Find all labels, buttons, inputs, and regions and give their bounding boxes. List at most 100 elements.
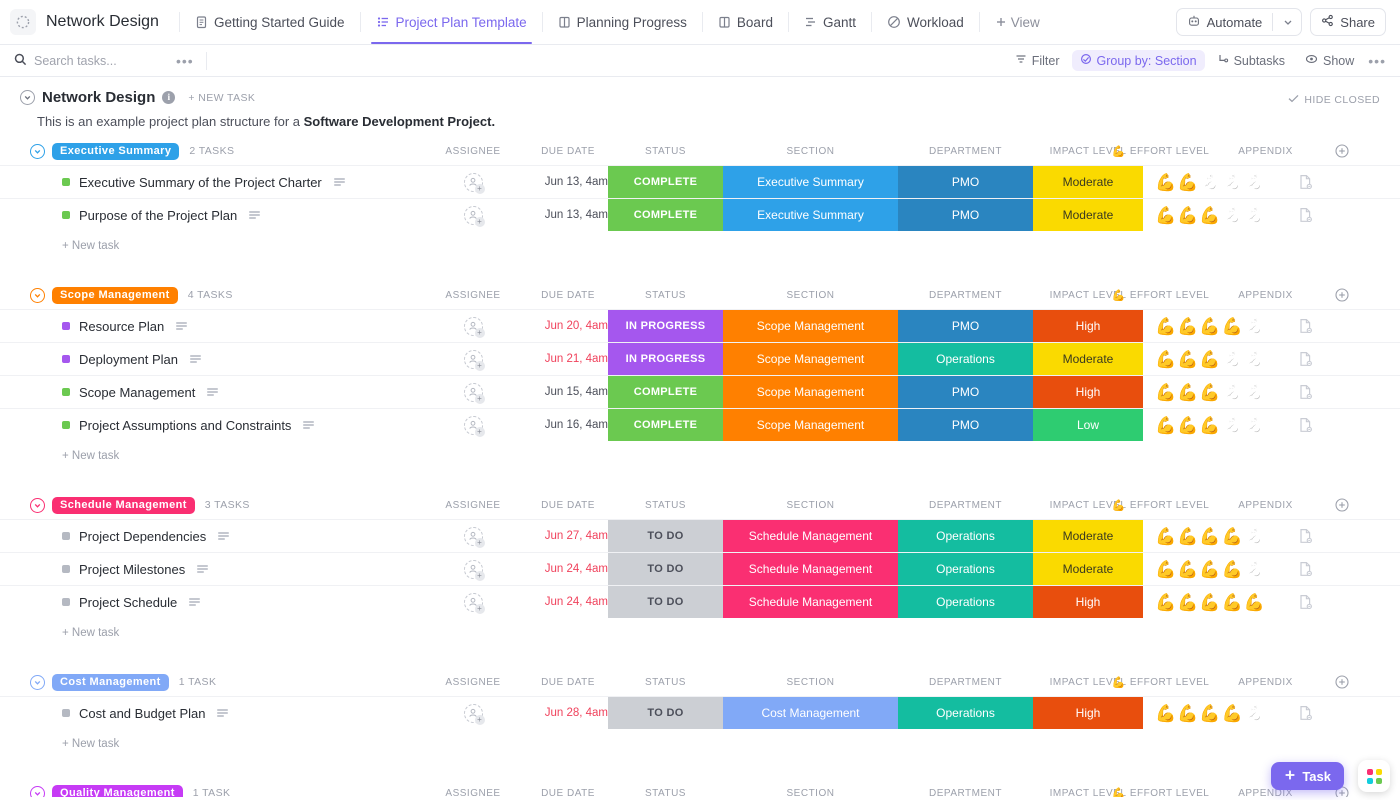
- tab-workload[interactable]: Workload: [878, 0, 973, 44]
- add-assignee-icon[interactable]: +: [475, 427, 485, 437]
- column-header-department[interactable]: DEPARTMENT: [898, 281, 1033, 309]
- task-name-cell[interactable]: Executive Summary of the Project Charter: [0, 166, 418, 198]
- department-cell[interactable]: Operations: [898, 697, 1033, 729]
- assignee-avatar-placeholder[interactable]: +: [464, 383, 483, 402]
- add-column-button[interactable]: [1322, 668, 1362, 696]
- due-date-cell[interactable]: Jun 24, 4am: [528, 553, 608, 585]
- add-task-row[interactable]: + New task: [0, 618, 1400, 648]
- task-description-icon[interactable]: [207, 388, 218, 396]
- toolbar-overflow-button[interactable]: •••: [1368, 53, 1386, 69]
- apps-launcher-button[interactable]: [1358, 760, 1390, 792]
- task-name-cell[interactable]: Resource Plan: [0, 310, 418, 342]
- assignee-cell[interactable]: +: [418, 166, 528, 198]
- task-description-icon[interactable]: [218, 532, 229, 540]
- effort-bicep-icon[interactable]: 💪: [1177, 174, 1198, 191]
- impact-level-cell[interactable]: Moderate: [1033, 199, 1143, 231]
- effort-bicep-icon[interactable]: 💪: [1199, 351, 1220, 368]
- attachment-document-icon[interactable]: [1298, 561, 1313, 577]
- column-header-appendix[interactable]: APPENDIX: [1218, 137, 1313, 165]
- tab-getting-started-guide[interactable]: Getting Started Guide: [186, 0, 354, 44]
- show-button[interactable]: Show: [1297, 50, 1362, 71]
- section-cell[interactable]: Scope Management: [723, 376, 898, 408]
- column-header-status[interactable]: STATUS: [608, 668, 723, 696]
- effort-bicep-icon[interactable]: 💪: [1199, 705, 1220, 722]
- attachment-document-icon[interactable]: [1298, 351, 1313, 367]
- add-assignee-icon[interactable]: +: [475, 394, 485, 404]
- add-assignee-icon[interactable]: +: [475, 328, 485, 338]
- task-status-dot[interactable]: [62, 322, 70, 330]
- task-status-dot[interactable]: [62, 421, 70, 429]
- collapse-group-icon[interactable]: [30, 498, 45, 513]
- assignee-avatar-placeholder[interactable]: +: [464, 560, 483, 579]
- add-column-button[interactable]: [1322, 137, 1362, 165]
- effort-bicep-icon[interactable]: 💪: [1177, 528, 1198, 545]
- collapse-group-icon[interactable]: [30, 675, 45, 690]
- status-cell[interactable]: COMPLETE: [608, 409, 723, 441]
- status-cell[interactable]: TO DO: [608, 697, 723, 729]
- impact-level-cell[interactable]: High: [1033, 697, 1143, 729]
- add-assignee-icon[interactable]: +: [475, 604, 485, 614]
- column-header-department[interactable]: DEPARTMENT: [898, 668, 1033, 696]
- task-name-cell[interactable]: Project Assumptions and Constraints: [0, 409, 418, 441]
- table-row[interactable]: Deployment Plan + Jun 21, 4am IN PROGRES…: [0, 342, 1400, 375]
- impact-level-cell[interactable]: Moderate: [1033, 166, 1143, 198]
- column-header-assignee[interactable]: ASSIGNEE: [418, 491, 528, 519]
- table-row[interactable]: Scope Management + Jun 15, 4am COMPLETE …: [0, 375, 1400, 408]
- task-name-cell[interactable]: Deployment Plan: [0, 343, 418, 375]
- impact-level-cell[interactable]: Moderate: [1033, 520, 1143, 552]
- group-name-badge[interactable]: Cost Management: [52, 674, 169, 691]
- effort-bicep-icon[interactable]: 💪: [1199, 174, 1220, 191]
- column-header-status[interactable]: STATUS: [608, 779, 723, 797]
- add-task-row[interactable]: + New task: [0, 441, 1400, 471]
- effort-bicep-icon[interactable]: 💪: [1222, 207, 1243, 224]
- column-header-status[interactable]: STATUS: [608, 137, 723, 165]
- impact-level-cell[interactable]: High: [1033, 376, 1143, 408]
- due-date-cell[interactable]: Jun 28, 4am: [528, 697, 608, 729]
- effort-bicep-icon[interactable]: 💪: [1199, 561, 1220, 578]
- task-description-icon[interactable]: [190, 355, 201, 363]
- effort-bicep-icon[interactable]: 💪: [1177, 705, 1198, 722]
- department-cell[interactable]: PMO: [898, 166, 1033, 198]
- task-description-icon[interactable]: [176, 322, 187, 330]
- due-date-cell[interactable]: Jun 27, 4am: [528, 520, 608, 552]
- effort-bicep-icon[interactable]: 💪: [1155, 384, 1176, 401]
- assignee-cell[interactable]: +: [418, 697, 528, 729]
- effort-bicep-icon[interactable]: 💪: [1199, 594, 1220, 611]
- column-header-due[interactable]: DUE DATE: [528, 491, 608, 519]
- department-cell[interactable]: PMO: [898, 409, 1033, 441]
- chevron-down-icon[interactable]: [1279, 17, 1297, 27]
- attachment-document-icon[interactable]: [1298, 318, 1313, 334]
- column-header-section[interactable]: SECTION: [723, 137, 898, 165]
- due-date-cell[interactable]: Jun 24, 4am: [528, 586, 608, 618]
- info-icon[interactable]: i: [162, 91, 175, 104]
- status-cell[interactable]: COMPLETE: [608, 376, 723, 408]
- status-cell[interactable]: IN PROGRESS: [608, 343, 723, 375]
- assignee-avatar-placeholder[interactable]: +: [464, 350, 483, 369]
- department-cell[interactable]: Operations: [898, 553, 1033, 585]
- add-assignee-icon[interactable]: +: [475, 715, 485, 725]
- add-column-button[interactable]: [1322, 491, 1362, 519]
- column-header-status[interactable]: STATUS: [608, 281, 723, 309]
- column-header-due[interactable]: DUE DATE: [528, 668, 608, 696]
- task-status-dot[interactable]: [62, 532, 70, 540]
- filter-button[interactable]: Filter: [1007, 50, 1068, 71]
- column-header-section[interactable]: SECTION: [723, 281, 898, 309]
- effort-bicep-icon[interactable]: 💪: [1177, 207, 1198, 224]
- section-cell[interactable]: Scope Management: [723, 409, 898, 441]
- effort-bicep-icon[interactable]: 💪: [1222, 174, 1243, 191]
- task-description-icon[interactable]: [197, 565, 208, 573]
- status-cell[interactable]: IN PROGRESS: [608, 310, 723, 342]
- table-row[interactable]: Purpose of the Project Plan + Jun 13, 4a…: [0, 198, 1400, 231]
- add-assignee-icon[interactable]: +: [475, 571, 485, 581]
- effort-bicep-icon[interactable]: 💪: [1222, 384, 1243, 401]
- status-cell[interactable]: TO DO: [608, 553, 723, 585]
- column-header-department[interactable]: DEPARTMENT: [898, 491, 1033, 519]
- effort-bicep-icon[interactable]: 💪: [1155, 594, 1176, 611]
- table-row[interactable]: Resource Plan + Jun 20, 4am IN PROGRESS …: [0, 309, 1400, 342]
- column-header-effort[interactable]: 💪EFFORT LEVEL: [1103, 281, 1218, 309]
- effort-bicep-icon[interactable]: 💪: [1222, 417, 1243, 434]
- column-header-appendix[interactable]: APPENDIX: [1218, 281, 1313, 309]
- effort-bicep-icon[interactable]: 💪: [1155, 174, 1176, 191]
- collapse-group-icon[interactable]: [30, 288, 45, 303]
- subtasks-button[interactable]: Subtasks: [1209, 50, 1293, 71]
